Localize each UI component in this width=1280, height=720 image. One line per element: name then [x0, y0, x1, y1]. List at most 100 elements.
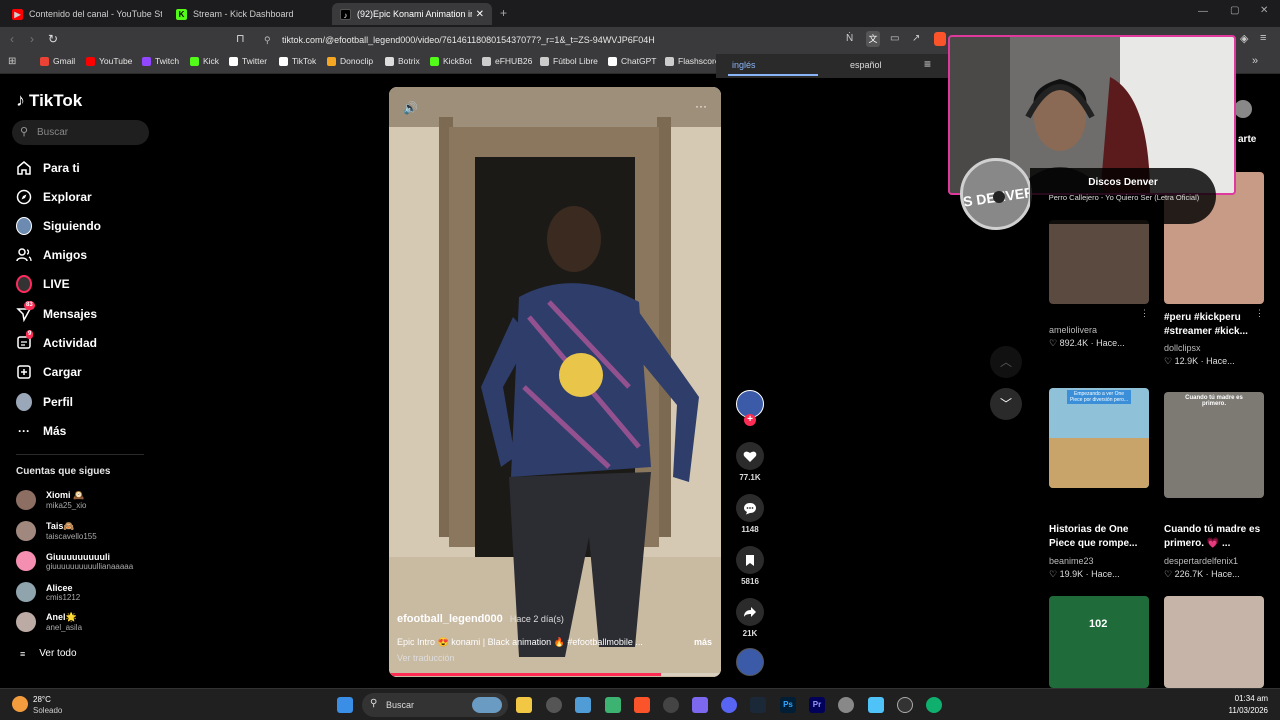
- minimize-icon[interactable]: —: [1198, 6, 1208, 17]
- bookmark-twitch[interactable]: Twitch: [142, 56, 179, 66]
- taskbar-search[interactable]: ⚲ Buscar: [362, 693, 508, 717]
- follow-plus-icon[interactable]: +: [744, 414, 756, 426]
- close-window-icon[interactable]: ✕: [1260, 5, 1268, 16]
- see-translation-link[interactable]: Ver traducción: [397, 653, 455, 663]
- grid-user[interactable]: dollclipsx: [1164, 343, 1201, 353]
- bookmark-chatgpt[interactable]: ChatGPT: [608, 56, 656, 66]
- share-button[interactable]: 21K: [736, 598, 764, 638]
- obs-icon[interactable]: [546, 697, 562, 713]
- search-input[interactable]: ⚲ Buscar: [12, 120, 149, 145]
- app-icon[interactable]: [663, 697, 679, 713]
- weather-desc[interactable]: Soleado: [33, 706, 62, 715]
- weather-temp[interactable]: 28°C: [33, 695, 51, 704]
- back-icon[interactable]: ‹: [10, 32, 14, 46]
- bookmark-botrix[interactable]: Botrix: [385, 56, 420, 66]
- bookmark-futbol-libre[interactable]: Fútbol Libre: [540, 56, 598, 66]
- bookmark-tiktok[interactable]: TikTok: [279, 56, 316, 66]
- menu-icon[interactable]: ≡: [1260, 32, 1266, 44]
- next-video-button[interactable]: ﹀: [990, 388, 1022, 420]
- nav-mas[interactable]: ··· Más: [16, 423, 66, 439]
- weather-icon[interactable]: [12, 696, 28, 712]
- grid-title[interactable]: Cuando tú madre es primero. 💗 ...: [1164, 523, 1264, 551]
- notepad-icon[interactable]: [868, 697, 884, 713]
- nav-actividad[interactable]: 9 Actividad: [16, 330, 97, 351]
- brave-icon[interactable]: [634, 697, 650, 713]
- comment-button[interactable]: 1148: [736, 494, 764, 534]
- video-author[interactable]: efootball_legend000 Hace 2 día(s): [397, 613, 564, 625]
- bookmark-kick[interactable]: Kick: [190, 56, 219, 66]
- see-all-button[interactable]: ≡ Ver todo: [20, 648, 77, 659]
- following-item[interactable]: Giuuuuuuuuuli giuuuuuuuuuullianaaaaa: [16, 551, 133, 571]
- following-item[interactable]: Xiomi 🕰️ mika25_xio: [16, 490, 86, 510]
- bookmark-gmail[interactable]: Gmail: [40, 56, 75, 66]
- bookmark-page-icon[interactable]: ⊓: [236, 32, 245, 45]
- tab-tiktok-active[interactable]: ♪ (92)Epic Konami Animation in ✕: [332, 3, 492, 25]
- video-thumbnail[interactable]: [1164, 596, 1264, 688]
- share-page-icon[interactable]: ↗: [912, 33, 920, 44]
- edge-icon[interactable]: [926, 697, 942, 713]
- app-icon[interactable]: [605, 697, 621, 713]
- premiere-icon[interactable]: Pr: [809, 697, 825, 713]
- nav-amigos[interactable]: Amigos: [16, 247, 87, 263]
- site-info-icon[interactable]: ⚲: [264, 30, 271, 50]
- grid-user[interactable]: ameliolivera: [1049, 325, 1097, 335]
- translate-source-tab[interactable]: inglés: [732, 60, 756, 70]
- grid-title[interactable]: #peru #kickperu #streamer #kick...: [1164, 311, 1256, 339]
- translate-icon[interactable]: 文: [866, 31, 880, 47]
- bookmark-youtube[interactable]: YouTube: [86, 56, 132, 66]
- grid-title[interactable]: Historias de One Piece que rompe...: [1049, 523, 1149, 551]
- bookmarks-overflow-icon[interactable]: »: [1252, 55, 1258, 67]
- grid-more-icon[interactable]: ⋮: [1140, 308, 1149, 319]
- bookmark-twitter[interactable]: Twitter: [229, 56, 267, 66]
- cast-icon[interactable]: ▭: [890, 33, 899, 44]
- bookmark-kickbot[interactable]: KickBot: [430, 56, 472, 66]
- following-item[interactable]: Anel🌟 anel_asila: [16, 612, 82, 632]
- file-explorer-icon[interactable]: [516, 697, 532, 713]
- windows-start-icon[interactable]: [337, 697, 353, 713]
- video-thumbnail[interactable]: Cuando tú madre es primero.: [1164, 392, 1264, 498]
- apps-icon[interactable]: ⊞: [8, 56, 16, 67]
- tab-kick-dashboard[interactable]: K Stream - Kick Dashboard: [168, 3, 328, 25]
- maximize-icon[interactable]: ▢: [1230, 5, 1239, 16]
- clock-time[interactable]: 01:34 am: [1230, 694, 1268, 703]
- caption-more-button[interactable]: más: [694, 637, 712, 647]
- partial-tab-label[interactable]: arte: [1238, 134, 1256, 145]
- video-thumbnail[interactable]: [1049, 220, 1149, 304]
- video-more-icon[interactable]: ···: [695, 99, 707, 113]
- forward-icon[interactable]: ›: [30, 32, 34, 46]
- tab-youtube-studio[interactable]: ▶ Contenido del canal - YouTube Studio: [4, 3, 162, 25]
- close-tab-icon[interactable]: ✕: [476, 9, 484, 20]
- nav-para-ti[interactable]: Para ti: [16, 160, 80, 176]
- discord-icon[interactable]: [721, 697, 737, 713]
- translate-menu-icon[interactable]: ≡: [924, 57, 931, 71]
- nav-siguiendo[interactable]: Siguiendo: [16, 217, 101, 235]
- video-player[interactable]: 🔊 ··· efootball_legend000 Hace 2 día(s) …: [389, 87, 721, 677]
- photoshop-icon[interactable]: Ps: [780, 697, 796, 713]
- url-field[interactable]: ⚲ tiktok.com/@efootball_legend000/video/…: [258, 30, 948, 50]
- app-icon[interactable]: [692, 697, 708, 713]
- save-button[interactable]: 5816: [736, 546, 764, 586]
- nav-mensajes[interactable]: 83 Mensajes: [16, 301, 97, 322]
- nav-cargar[interactable]: Cargar: [16, 364, 82, 380]
- settings-icon[interactable]: [838, 697, 854, 713]
- media-player-icon[interactable]: [897, 697, 913, 713]
- nav-live[interactable]: LIVE: [16, 275, 70, 293]
- grid-user[interactable]: beanime23: [1049, 556, 1094, 566]
- translate-target-tab[interactable]: español: [850, 60, 882, 70]
- video-thumbnail[interactable]: Empezando a ver One Piece por diversión …: [1049, 388, 1149, 488]
- steam-icon[interactable]: [750, 697, 766, 713]
- previous-video-button[interactable]: ︿: [990, 346, 1022, 378]
- new-tab-icon[interactable]: +: [500, 6, 507, 20]
- user-avatar[interactable]: [1234, 100, 1252, 118]
- tiktok-logo[interactable]: ♪ TikTok: [16, 90, 82, 111]
- bookmark-flashscore[interactable]: Flashscore: [665, 56, 720, 66]
- following-item[interactable]: Tais🙈 taiscavello155: [16, 521, 97, 541]
- reload-icon[interactable]: ↻: [48, 32, 58, 46]
- volume-icon[interactable]: 🔊: [403, 101, 418, 115]
- grid-more-icon[interactable]: ⋮: [1255, 308, 1264, 319]
- bookmark-donoclip[interactable]: Donoclip: [327, 56, 373, 66]
- brave-shield-icon[interactable]: [934, 32, 946, 46]
- grid-user[interactable]: despertardelfenix1: [1164, 556, 1238, 566]
- music-disc-icon[interactable]: [736, 648, 764, 676]
- like-button[interactable]: 77.1K: [736, 442, 764, 482]
